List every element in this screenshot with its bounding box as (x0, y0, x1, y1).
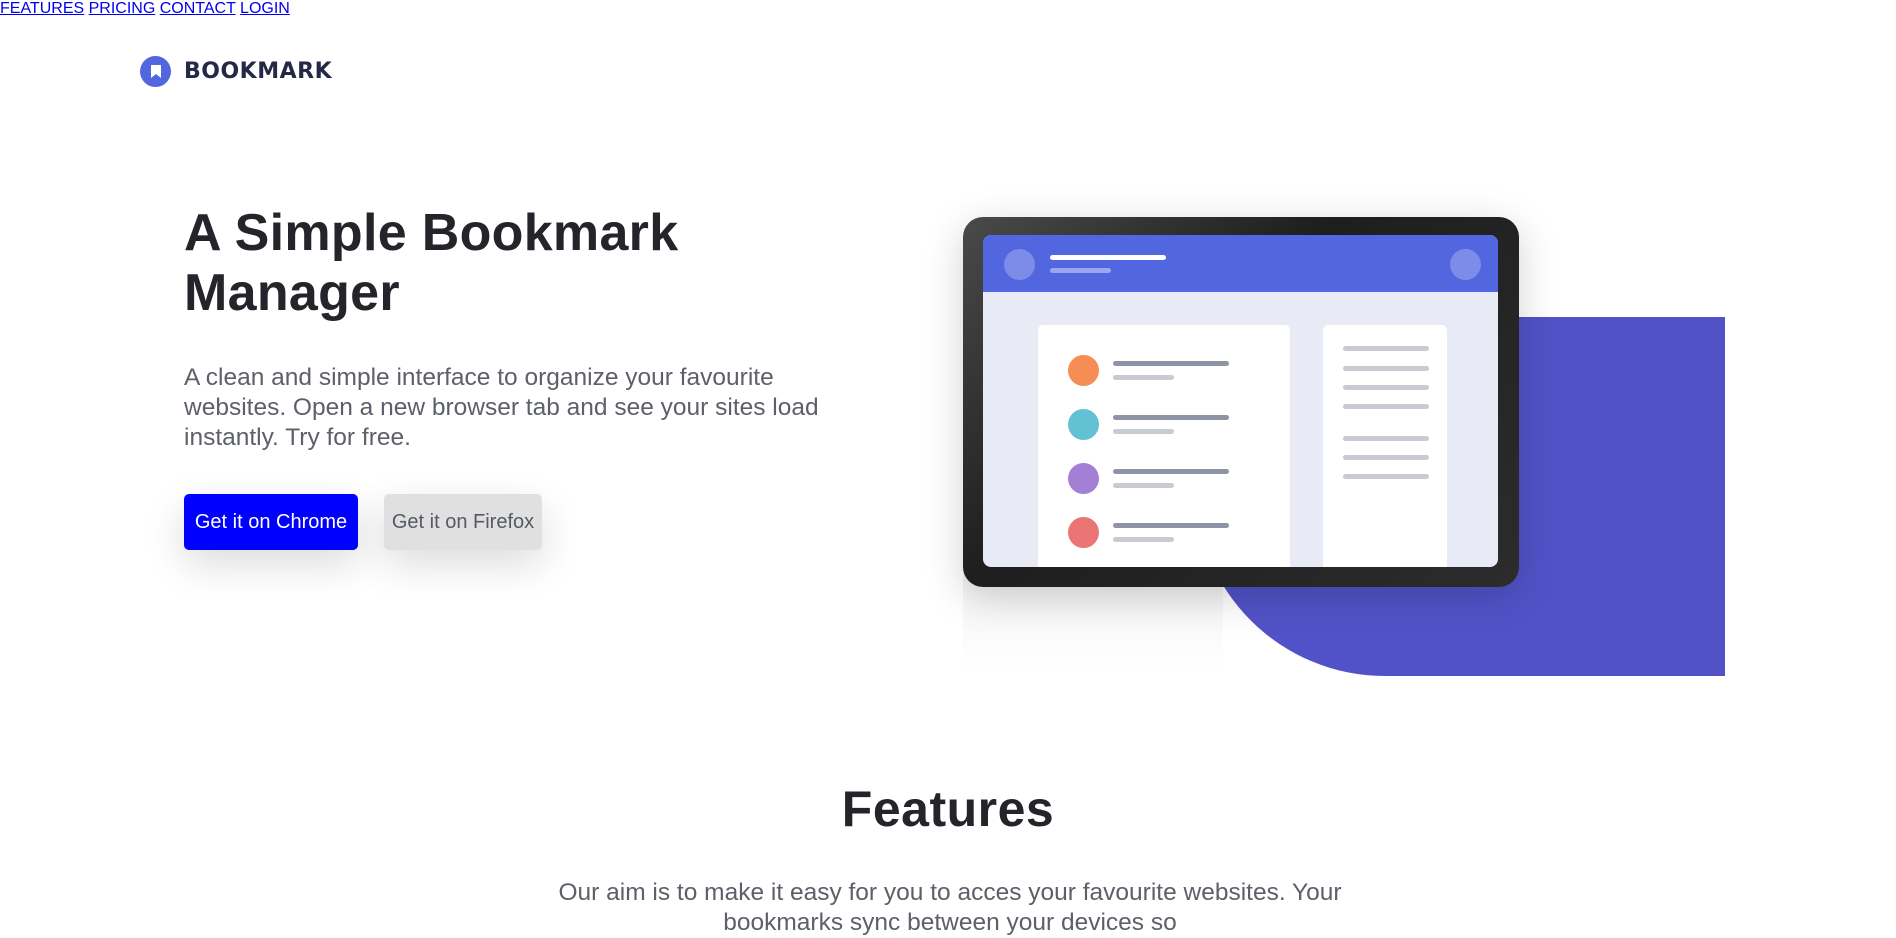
list-line (1113, 523, 1229, 528)
bookmark-list-card (1038, 325, 1290, 567)
list-line (1113, 483, 1174, 488)
list-line (1113, 469, 1229, 474)
screen-subtitle-line (1050, 268, 1111, 273)
panel-line (1343, 474, 1429, 479)
nav-login[interactable]: LOGIN (240, 0, 290, 17)
panel-line (1343, 346, 1429, 351)
panel-line (1343, 366, 1429, 371)
features-description: Our aim is to make it easy for you to ac… (558, 879, 1342, 936)
list-line (1113, 361, 1229, 366)
nav-pricing[interactable]: PRICING (89, 0, 156, 17)
list-line (1113, 375, 1174, 380)
logo[interactable]: BOOKMARK (140, 56, 332, 87)
list-line (1113, 537, 1174, 542)
screen-title-line (1050, 255, 1166, 260)
side-panel-card (1323, 325, 1447, 567)
panel-line (1343, 436, 1429, 441)
nav-contact[interactable]: CONTACT (160, 0, 236, 17)
screen-avatar-icon (1004, 249, 1035, 280)
tablet-illustration (963, 217, 1519, 587)
screen-menu-icon (1450, 249, 1481, 280)
tablet-screen (983, 235, 1498, 567)
hero-description: A clean and simple interface to organize… (184, 364, 819, 451)
list-line (1113, 429, 1174, 434)
main-nav: FEATURES PRICING CONTACT LOGIN (0, 0, 1896, 18)
features-title: Features (841, 781, 1055, 837)
panel-line (1343, 404, 1429, 409)
hero-title: A Simple Bookmark Manager (184, 204, 679, 322)
list-line (1113, 415, 1229, 420)
list-dot-teal (1068, 409, 1099, 440)
screen-header-bar (983, 235, 1498, 292)
panel-line (1343, 455, 1429, 460)
list-dot-purple (1068, 463, 1099, 494)
panel-line (1343, 385, 1429, 390)
list-dot-red (1068, 517, 1099, 548)
logo-text: BOOKMARK (184, 59, 333, 84)
get-chrome-button[interactable]: Get it on Chrome (184, 494, 358, 550)
get-firefox-button[interactable]: Get it on Firefox (384, 494, 542, 550)
bookmark-icon (140, 56, 171, 87)
list-dot-orange (1068, 355, 1099, 386)
nav-features[interactable]: FEATURES (0, 0, 84, 17)
